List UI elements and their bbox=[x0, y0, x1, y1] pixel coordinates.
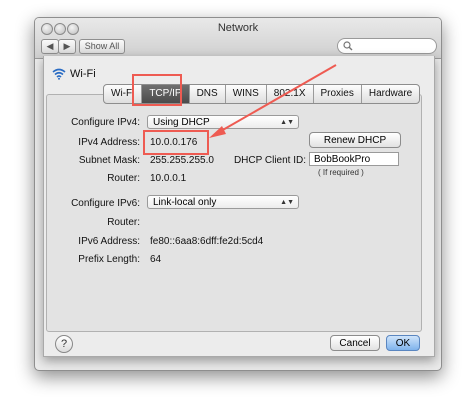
tab-proxies[interactable]: Proxies bbox=[314, 85, 362, 103]
dhcp-client-id-hint: ( If required ) bbox=[318, 168, 364, 177]
forward-button[interactable]: ▶ bbox=[58, 39, 76, 54]
service-name: Wi-Fi bbox=[70, 68, 96, 80]
router-label: Router: bbox=[107, 173, 140, 184]
tab-8021x[interactable]: 802.1X bbox=[267, 85, 314, 103]
configure-ipv4-value: Using DHCP bbox=[153, 117, 210, 128]
tab-highlight-box bbox=[132, 74, 182, 106]
router6-label: Router: bbox=[107, 217, 140, 228]
popup-arrows-icon: ▲▼ bbox=[280, 199, 294, 206]
back-arrow-icon: ◀ bbox=[46, 41, 54, 51]
ipv6-address-label: IPv6 Address: bbox=[78, 236, 140, 247]
configure-ipv6-value: Link-local only bbox=[153, 197, 217, 208]
tab-wins[interactable]: WINS bbox=[226, 85, 267, 103]
dhcp-client-id-label: DHCP Client ID: bbox=[233, 155, 306, 166]
back-button[interactable]: ◀ bbox=[41, 39, 59, 54]
show-all-button[interactable]: Show All bbox=[79, 39, 125, 54]
configure-ipv6-label: Configure IPv6: bbox=[71, 198, 140, 209]
router-value: 10.0.0.1 bbox=[150, 173, 187, 184]
cancel-button[interactable]: Cancel bbox=[330, 335, 380, 351]
configure-ipv4-popup[interactable]: Using DHCP ▲▼ bbox=[147, 115, 299, 129]
tab-hardware[interactable]: Hardware bbox=[362, 85, 419, 103]
prefix-length-value: 64 bbox=[150, 254, 162, 265]
dhcp-client-id-field[interactable]: BobBookPro bbox=[309, 152, 399, 166]
subnet-mask-label: Subnet Mask: bbox=[78, 155, 140, 166]
ipv4-address-label: IPv4 Address: bbox=[78, 137, 140, 148]
ok-button[interactable]: OK bbox=[386, 335, 420, 351]
search-input[interactable] bbox=[337, 38, 437, 54]
tab-dns[interactable]: DNS bbox=[190, 85, 226, 103]
configure-ipv4-label: Configure IPv4: bbox=[71, 117, 140, 128]
title-bar: Network ◀ ▶ Show All bbox=[35, 18, 441, 59]
tcpip-panel bbox=[46, 94, 422, 332]
ipv4-highlight-box bbox=[143, 130, 209, 155]
prefix-length-label: Prefix Length: bbox=[78, 254, 140, 265]
popup-arrows-icon: ▲▼ bbox=[280, 119, 294, 126]
window-title: Network bbox=[217, 22, 259, 34]
forward-arrow-icon: ▶ bbox=[63, 41, 71, 51]
help-button[interactable]: ? bbox=[55, 335, 73, 353]
ipv6-address-value: fe80::6aa8:6dff:fe2d:5cd4 bbox=[150, 236, 264, 247]
renew-dhcp-lease-button[interactable]: Renew DHCP Lease bbox=[309, 132, 401, 162]
search-icon bbox=[343, 41, 353, 51]
configure-ipv6-popup[interactable]: Link-local only ▲▼ bbox=[147, 195, 299, 209]
wifi-icon bbox=[52, 68, 66, 80]
